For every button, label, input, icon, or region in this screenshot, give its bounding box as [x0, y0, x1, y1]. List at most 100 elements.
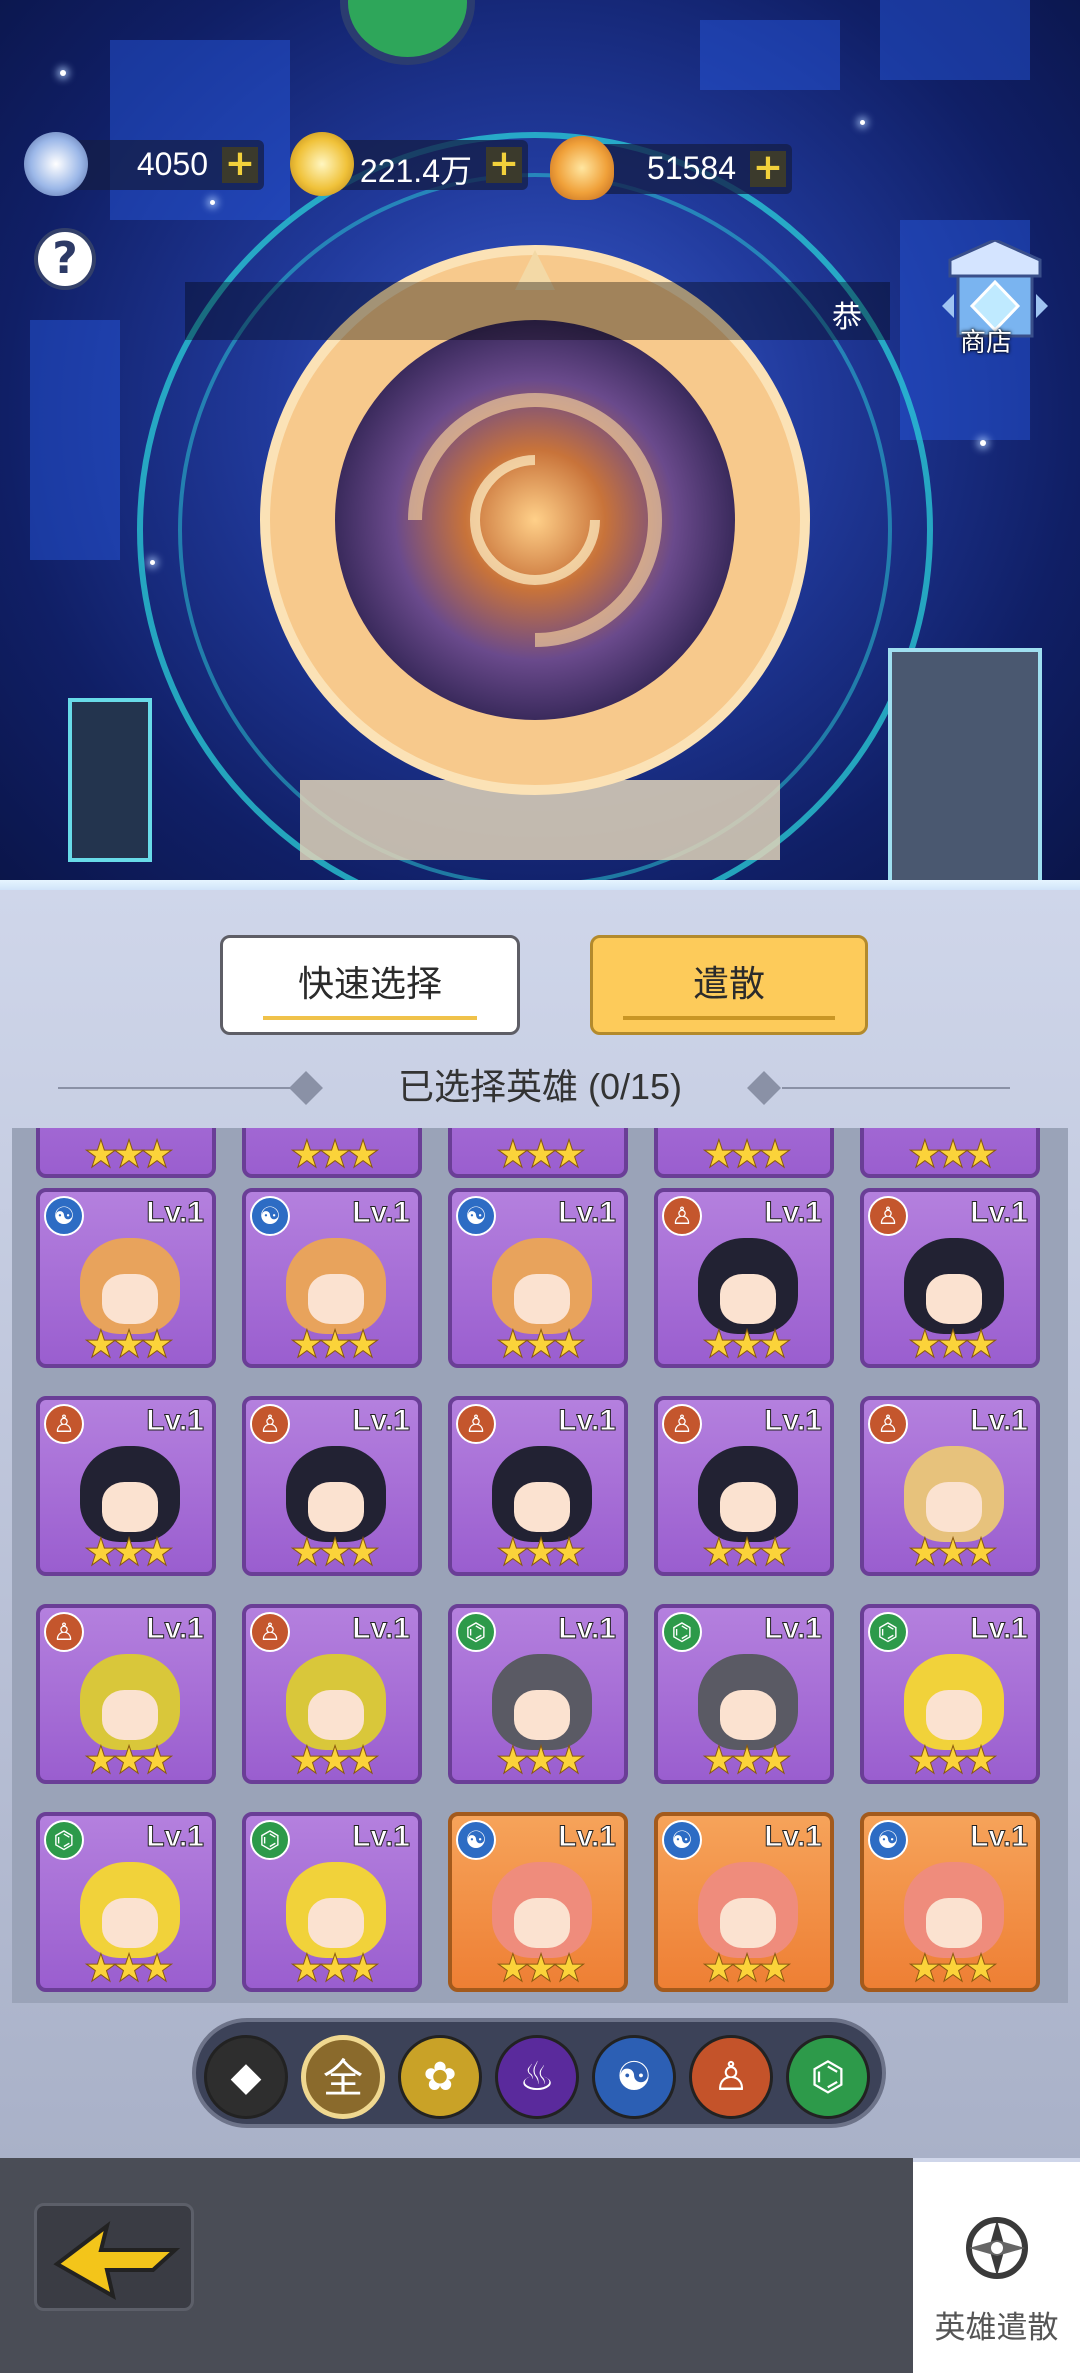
currency-gold: 221.4万 +: [290, 132, 528, 196]
element-body-icon: ♙: [44, 1404, 84, 1444]
lightning-back-icon: [53, 2220, 181, 2301]
hero-level: Lv.1: [146, 1612, 205, 1646]
hero-stars: ★★★: [83, 1738, 174, 1782]
hero-card[interactable]: ♙ Lv.1 ★★★: [36, 1604, 216, 1784]
currency-gold-value: 221.4万: [359, 153, 472, 189]
filter-dna-icon[interactable]: ⌬: [786, 2035, 870, 2119]
hero-card[interactable]: ♙ Lv.1 ★★★: [242, 1396, 422, 1576]
hero-stars: ★★★: [907, 1322, 998, 1366]
element-body-icon: ♙: [44, 1612, 84, 1652]
filter-flame-icon[interactable]: ♨: [495, 2035, 579, 2119]
currency-crystal-plus-button[interactable]: +: [750, 150, 786, 187]
currency-gear-value: 4050: [136, 146, 208, 182]
filter-lotus-icon[interactable]: ✿: [398, 2035, 482, 2119]
hero-level: Lv.1: [558, 1612, 617, 1646]
hero-stars: ★★★: [289, 1946, 380, 1990]
hero-level: Lv.1: [352, 1820, 411, 1854]
hero-card[interactable]: ♙ Lv.1 ★★★: [448, 1396, 628, 1576]
hero-card[interactable]: ☯ Lv.1 ★★★: [654, 1812, 834, 1992]
element-water-icon: ☯: [662, 1820, 702, 1860]
selected-count: 已选择英雄 (0/15): [397, 1066, 683, 1107]
hero-card[interactable]: ♙ Lv.1 ★★★: [860, 1396, 1040, 1576]
hero-card-partial[interactable]: ★★★: [242, 1128, 422, 1178]
hero-face: [102, 1274, 158, 1324]
element-water-icon: ☯: [44, 1196, 84, 1236]
hero-card[interactable]: ♙ Lv.1 ★★★: [242, 1604, 422, 1784]
hero-grid[interactable]: ★★★ ★★★ ★★★ ★★★ ★★★ ☯ Lv.1 ★★★ ☯ Lv.1 ★★★ ☯ Lv.1 ★★★ ♙…: [12, 1128, 1068, 2003]
element-body-icon: ♙: [868, 1404, 908, 1444]
element-water-icon: ☯: [868, 1820, 908, 1860]
hero-stars: ★★★: [495, 1946, 586, 1990]
element-water-icon: ☯: [250, 1196, 290, 1236]
element-dna-icon: ⌬: [250, 1820, 290, 1860]
filter-yinyang-icon[interactable]: ☯: [592, 2035, 676, 2119]
quick-select-button[interactable]: 快速选择: [220, 935, 520, 1035]
hero-face: [514, 1690, 570, 1740]
hero-stars: ★★★: [289, 1132, 380, 1176]
element-dna-icon: ⌬: [44, 1820, 84, 1860]
element-dna-icon: ⌬: [868, 1612, 908, 1652]
help-button[interactable]: ?: [34, 228, 96, 290]
hero-stars: ★★★: [701, 1738, 792, 1782]
hero-card[interactable]: ☯ Lv.1 ★★★: [860, 1812, 1040, 1992]
hero-level: Lv.1: [764, 1196, 823, 1230]
hero-stars: ★★★: [83, 1530, 174, 1574]
hero-face: [308, 1690, 364, 1740]
hero-disband-tab[interactable]: 英雄遣散: [913, 2158, 1080, 2373]
element-dna-icon: ⌬: [456, 1612, 496, 1652]
disband-button[interactable]: 遣散: [590, 935, 868, 1035]
hero-card-partial[interactable]: ★★★: [654, 1128, 834, 1178]
hero-card-partial[interactable]: ★★★: [448, 1128, 628, 1178]
currency-gear: 4050 +: [24, 132, 264, 196]
compass-icon: [966, 2217, 1028, 2279]
hero-stars: ★★★: [701, 1132, 792, 1176]
notice-banner-text: 恭: [832, 300, 862, 335]
hero-stars: ★★★: [907, 1946, 998, 1990]
currency-crystal: 51584 +: [550, 136, 792, 200]
hero-card-partial[interactable]: ★★★: [36, 1128, 216, 1178]
shop-label: 商店: [960, 328, 1013, 358]
back-button[interactable]: [34, 2203, 194, 2311]
hero-face: [926, 1690, 982, 1740]
hero-level: Lv.1: [970, 1196, 1029, 1230]
hero-level: Lv.1: [558, 1404, 617, 1438]
hero-card[interactable]: ☯ Lv.1 ★★★: [448, 1812, 628, 1992]
hero-stars: ★★★: [83, 1322, 174, 1366]
hero-card[interactable]: ☯ Lv.1 ★★★: [242, 1188, 422, 1368]
filter-meditate-icon[interactable]: ♙: [689, 2035, 773, 2119]
element-water-icon: ☯: [456, 1196, 496, 1236]
hero-card[interactable]: ♙ Lv.1 ★★★: [860, 1188, 1040, 1368]
hero-stars: ★★★: [495, 1322, 586, 1366]
filter-diamond-icon[interactable]: ◆: [204, 2035, 288, 2119]
hero-stars: ★★★: [907, 1738, 998, 1782]
element-filter-bar: ◆ 全 ✿ ♨ ☯ ♙ ⌬: [192, 2018, 886, 2128]
summon-portal-scene: 恭 4050 + 221.4万 + 51584 + ? 商店: [0, 0, 1080, 920]
portal-gate-icon: [68, 132, 1042, 920]
hero-card[interactable]: ♙ Lv.1 ★★★: [654, 1396, 834, 1576]
hero-card[interactable]: ♙ Lv.1 ★★★: [36, 1396, 216, 1576]
currency-gold-plus-button[interactable]: +: [486, 146, 522, 183]
element-body-icon: ♙: [456, 1404, 496, 1444]
hero-card[interactable]: ⌬ Lv.1 ★★★: [448, 1604, 628, 1784]
hero-face: [102, 1482, 158, 1532]
hero-card[interactable]: ⌬ Lv.1 ★★★: [242, 1812, 422, 1992]
currency-gear-plus-button[interactable]: +: [222, 146, 258, 183]
hero-card[interactable]: ☯ Lv.1 ★★★: [448, 1188, 628, 1368]
element-dna-icon: ⌬: [662, 1612, 702, 1652]
hero-stars: ★★★: [907, 1132, 998, 1176]
hero-stars: ★★★: [83, 1132, 174, 1176]
filter-all-icon[interactable]: 全: [301, 2035, 385, 2119]
hero-card-partial[interactable]: ★★★: [860, 1128, 1040, 1178]
notice-banner: 恭: [185, 282, 890, 340]
hero-face: [720, 1274, 776, 1324]
hero-face: [720, 1690, 776, 1740]
hero-face: [102, 1690, 158, 1740]
hero-card[interactable]: ♙ Lv.1 ★★★: [654, 1188, 834, 1368]
hero-card[interactable]: ⌬ Lv.1 ★★★: [860, 1604, 1040, 1784]
hero-card[interactable]: ☯ Lv.1 ★★★: [36, 1188, 216, 1368]
hero-card[interactable]: ⌬ Lv.1 ★★★: [36, 1812, 216, 1992]
question-icon: ?: [52, 233, 78, 284]
hero-level: Lv.1: [146, 1820, 205, 1854]
hero-card[interactable]: ⌬ Lv.1 ★★★: [654, 1604, 834, 1784]
gear-coin-icon: [24, 132, 88, 196]
